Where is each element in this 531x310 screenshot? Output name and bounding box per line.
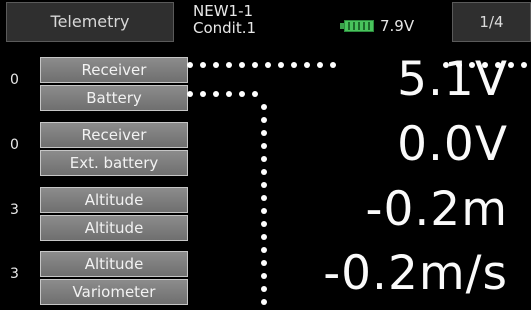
callout-dots bbox=[187, 62, 527, 305]
callout-receiver bbox=[187, 62, 527, 68]
callout-battery bbox=[187, 91, 267, 305]
